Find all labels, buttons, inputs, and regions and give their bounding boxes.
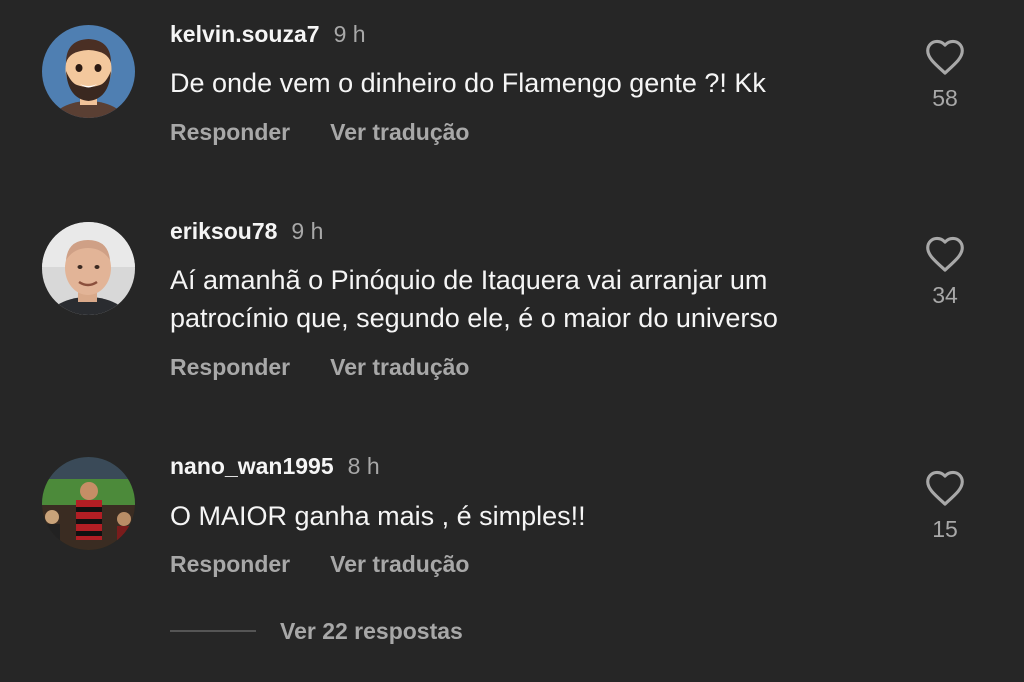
- comment-actions: Responder Ver tradução: [170, 550, 469, 578]
- comment-text: De onde vem o dinheiro do Flamengo gente…: [170, 68, 766, 98]
- username[interactable]: eriksou78: [170, 218, 277, 244]
- comment-meta: nano_wan1995 8 h: [170, 452, 380, 480]
- comment-actions: Responder Ver tradução: [170, 353, 469, 381]
- replies-divider: [170, 630, 256, 632]
- cartoon-bearded-man-avatar-icon: [42, 25, 135, 118]
- username[interactable]: nano_wan1995: [170, 453, 334, 479]
- like-count: 58: [932, 85, 958, 111]
- comment-meta: kelvin.souza7 9 h: [170, 20, 366, 48]
- timestamp: 8 h: [347, 453, 380, 479]
- reply-button[interactable]: Responder: [170, 119, 290, 145]
- comment-meta: eriksou78 9 h: [170, 217, 323, 245]
- comments-thread: kelvin.souza7 9 h De onde vem o dinheiro …: [0, 0, 1024, 682]
- like-button[interactable]: 15: [915, 469, 975, 543]
- translate-button[interactable]: Ver tradução: [330, 354, 469, 380]
- view-replies-button[interactable]: Ver 22 respostas: [170, 612, 463, 650]
- bald-man-photo-avatar-icon: [42, 222, 135, 315]
- like-button[interactable]: 34: [915, 235, 975, 309]
- like-count: 15: [932, 516, 958, 542]
- heart-icon: [926, 236, 964, 272]
- translate-button[interactable]: Ver tradução: [330, 119, 469, 145]
- heart-icon: [926, 39, 964, 75]
- like-count: 34: [932, 282, 958, 308]
- heart-icon: [926, 470, 964, 506]
- timestamp: 9 h: [291, 218, 324, 244]
- avatar[interactable]: [42, 457, 135, 550]
- stadium-fan-photo-avatar-icon: [42, 457, 135, 550]
- comment-text: O MAIOR ganha mais , é simples!!: [170, 501, 586, 531]
- comment-text: Aí amanhã o Pinóquio de Itaquera vai arr…: [170, 265, 778, 333]
- view-replies-label: Ver 22 respostas: [280, 617, 463, 644]
- comment-actions: Responder Ver tradução: [170, 118, 469, 146]
- reply-button[interactable]: Responder: [170, 551, 290, 577]
- like-button[interactable]: 58: [915, 38, 975, 112]
- reply-button[interactable]: Responder: [170, 354, 290, 380]
- avatar[interactable]: [42, 25, 135, 118]
- avatar[interactable]: [42, 222, 135, 315]
- username[interactable]: kelvin.souza7: [170, 21, 320, 47]
- timestamp: 9 h: [333, 21, 366, 47]
- translate-button[interactable]: Ver tradução: [330, 551, 469, 577]
